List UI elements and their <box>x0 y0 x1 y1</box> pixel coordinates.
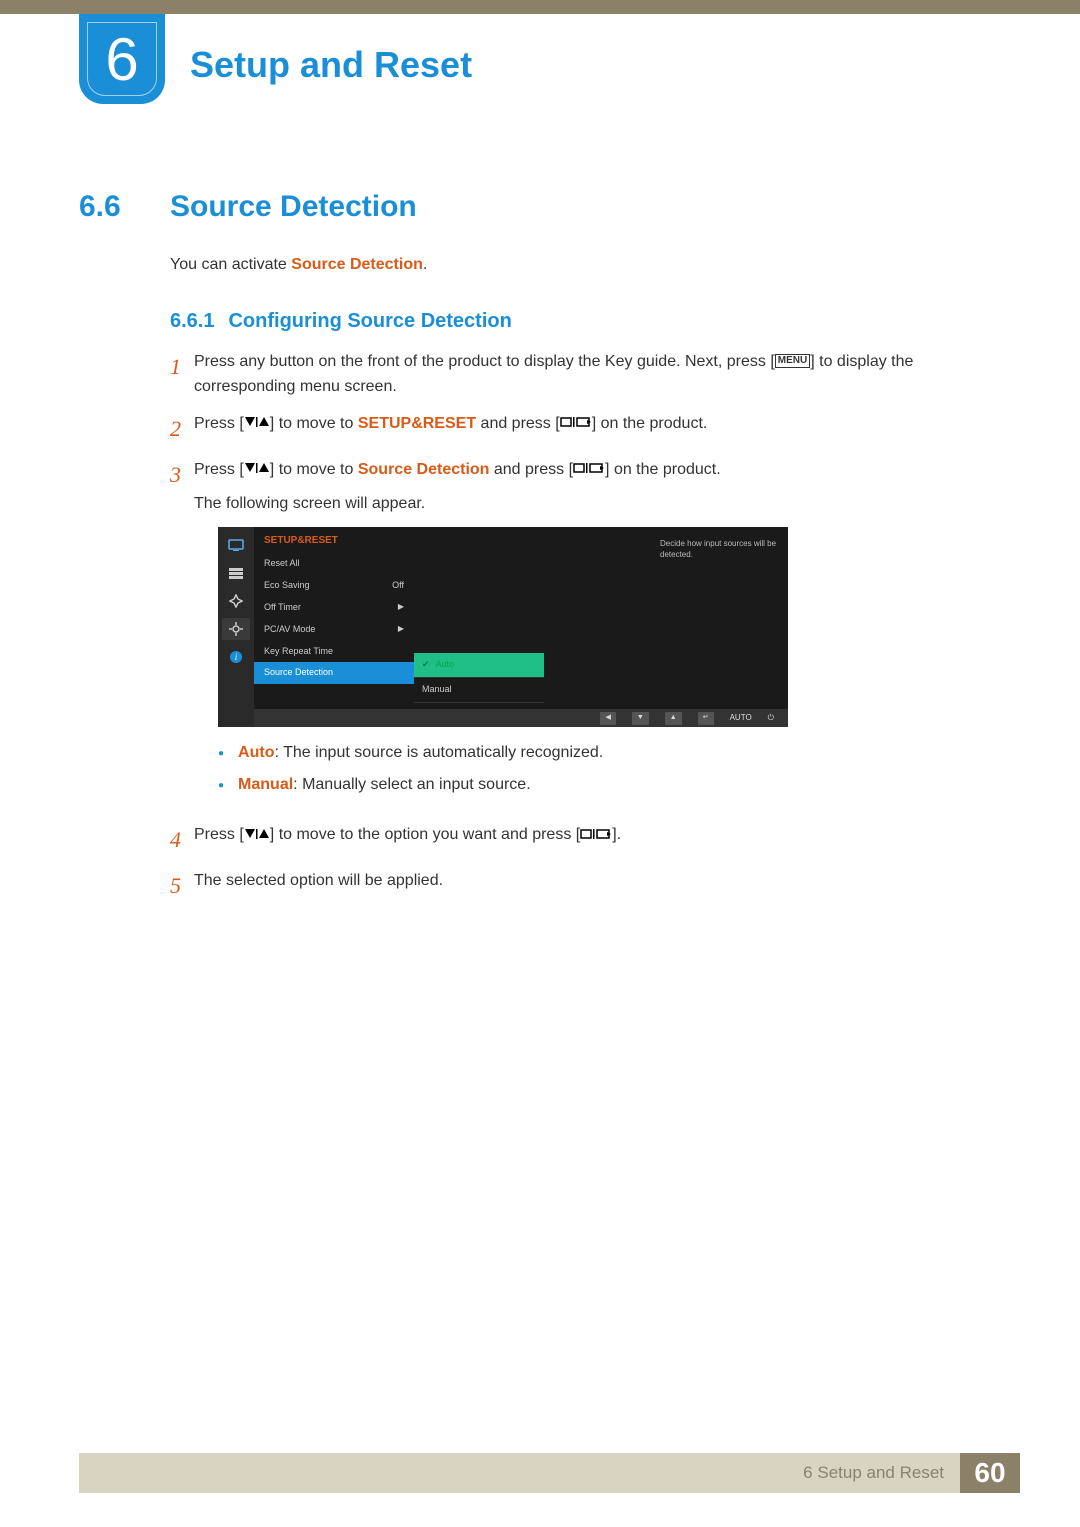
setup-tab-icon <box>222 618 250 640</box>
chapter-title: Setup and Reset <box>190 44 472 86</box>
step-number: 2 <box>170 412 194 446</box>
subsection-heading: 6.6.1 Configuring Source Detection <box>170 310 512 333</box>
intro-suffix: . <box>423 256 427 273</box>
bullet-label: Auto <box>238 744 274 761</box>
page-footer: 6 Setup and Reset 60 <box>79 1453 1020 1493</box>
step-5: 5 The selected option will be applied. <box>170 869 970 903</box>
step-3: 3 Press [] to move to Source Detection a… <box>170 458 970 812</box>
step-number: 3 <box>170 458 194 492</box>
info-tab-icon: i <box>222 646 250 668</box>
step-body: The selected option will be applied. <box>194 869 970 894</box>
step-body: Press [] to move to the option you want … <box>194 823 970 848</box>
highlight: SETUP&RESET <box>358 415 476 432</box>
osd-item-source: Source Detection <box>254 662 414 684</box>
footer-label: 6 Setup and Reset <box>79 1453 960 1493</box>
top-accent-bar <box>0 0 1080 14</box>
chevron-right-icon: ▶ <box>398 623 404 635</box>
intro-highlight: Source Detection <box>291 256 423 273</box>
down-up-arrow-icon <box>244 416 270 428</box>
osd-footer-auto: AUTO <box>730 712 752 724</box>
intro-text: You can activate Source Detection. <box>170 256 427 274</box>
down-icon: ▼ <box>632 712 649 725</box>
osd-item-offtimer: Off Timer▶ <box>254 597 414 619</box>
step-body: Press any button on the front of the pro… <box>194 350 970 400</box>
color-tab-icon <box>222 590 250 612</box>
osd-item-reset: Reset All <box>254 553 414 575</box>
highlight: Source Detection <box>358 461 490 478</box>
power-icon: ⏻ <box>768 712 774 724</box>
subsection-title: Configuring Source Detection <box>228 310 511 332</box>
step-number: 1 <box>170 350 194 384</box>
step-3-note: The following screen will appear. <box>194 492 970 517</box>
osd-sidebar: i <box>218 527 254 727</box>
enter-icon: ↵ <box>698 712 714 725</box>
check-icon: ✔ <box>422 658 430 672</box>
chapter-number: 6 <box>87 22 157 96</box>
section-number: 6.6 <box>79 190 121 224</box>
step-body: Press [] to move to Source Detection and… <box>194 458 970 812</box>
osd-main: SETUP&RESET Reset All Eco SavingOff Off … <box>254 527 788 727</box>
footer-page-number: 60 <box>960 1453 1020 1493</box>
osd-option-auto: ✔Auto <box>414 653 544 678</box>
source-enter-icon <box>580 828 612 840</box>
osd-description: Decide how input sources will be detecte… <box>660 539 780 560</box>
bullet-text: : The input source is automatically reco… <box>274 744 603 761</box>
osd-option-manual: Manual <box>414 678 544 703</box>
brightness-tab-icon <box>222 534 250 556</box>
osd-footer: ◀ ▼ ▲ ↵ AUTO ⏻ <box>254 709 788 727</box>
osd-item-eco: Eco SavingOff <box>254 575 414 597</box>
osd-screenshot: i SETUP&RESET Reset All Eco SavingOff Of… <box>218 527 788 727</box>
chevron-right-icon: ▶ <box>398 601 404 613</box>
left-icon: ◀ <box>600 712 615 725</box>
step-4: 4 Press [] to move to the option you wan… <box>170 823 970 857</box>
source-enter-icon <box>560 416 592 428</box>
down-up-arrow-icon <box>244 462 270 474</box>
intro-prefix: You can activate <box>170 256 291 273</box>
chapter-badge: 6 <box>79 14 165 104</box>
subsection-number: 6.6.1 <box>170 310 214 332</box>
down-up-arrow-icon <box>244 828 270 840</box>
osd-item-keyrepeat: Key Repeat Time <box>254 641 414 663</box>
step-number: 4 <box>170 823 194 857</box>
menu-button-icon: MENU <box>775 354 810 368</box>
bullet-manual: ● Manual: Manually select an input sourc… <box>218 773 970 797</box>
bullet-text: : Manually select an input source. <box>293 776 530 793</box>
source-enter-icon <box>573 462 605 474</box>
bullet-auto: ● Auto: The input source is automaticall… <box>218 741 970 765</box>
step-list: 1 Press any button on the front of the p… <box>170 350 970 915</box>
bullet-dot-icon: ● <box>218 746 224 761</box>
bullet-label: Manual <box>238 776 293 793</box>
step-body: Press [] to move to SETUP&RESET and pres… <box>194 412 970 437</box>
osd-item-pcav: PC/AV Mode▶ <box>254 619 414 641</box>
picture-tab-icon <box>222 562 250 584</box>
section-title: Source Detection <box>170 190 417 224</box>
option-bullets: ● Auto: The input source is automaticall… <box>218 741 970 797</box>
step-2: 2 Press [] to move to SETUP&RESET and pr… <box>170 412 970 446</box>
osd-menu-list: Reset All Eco SavingOff Off Timer▶ PC/AV… <box>254 553 414 728</box>
bullet-dot-icon: ● <box>218 778 224 793</box>
step-number: 5 <box>170 869 194 903</box>
up-icon: ▲ <box>665 712 682 725</box>
step-1: 1 Press any button on the front of the p… <box>170 350 970 400</box>
